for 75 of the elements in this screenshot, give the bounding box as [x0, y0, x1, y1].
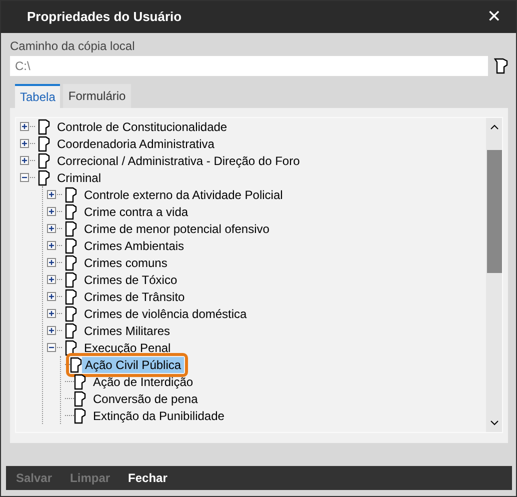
document-icon — [74, 390, 86, 406]
expander[interactable] — [47, 326, 56, 335]
close-button[interactable]: ✕ — [472, 1, 516, 33]
field-label: Caminho da cópia local — [10, 38, 136, 55]
tree-item[interactable]: Crimes de Tóxico — [81, 272, 180, 288]
document-icon — [38, 136, 50, 152]
tree-item[interactable]: Criminal — [54, 170, 104, 186]
document-icon — [70, 356, 82, 372]
tree-item[interactable]: Ação de Interdição — [90, 374, 196, 390]
expander[interactable] — [47, 224, 56, 233]
plus-icon — [48, 259, 55, 266]
document-icon — [65, 288, 77, 304]
plus-icon — [21, 140, 28, 147]
expander[interactable] — [47, 241, 56, 250]
tree-item[interactable]: Crimes comuns — [81, 254, 170, 270]
expander[interactable] — [20, 156, 29, 165]
expander[interactable] — [20, 173, 29, 182]
plus-icon — [48, 293, 55, 300]
expander[interactable] — [47, 309, 56, 318]
tree-item[interactable]: Ação Civil Pública — [82, 356, 184, 372]
scrollbar[interactable] — [486, 118, 502, 432]
footer-button[interactable]: Fechar — [128, 469, 168, 487]
scroll-up-icon[interactable] — [490, 124, 498, 130]
tree-item[interactable]: Crimes Ambientais — [81, 238, 188, 254]
tree-item[interactable]: Crimes de violência doméstica — [81, 306, 250, 322]
tree-item[interactable]: Crime de menor potencial ofensivo — [81, 220, 272, 236]
plus-icon — [48, 327, 55, 334]
expander[interactable] — [47, 258, 56, 267]
tree-item[interactable]: Crime contra a vida — [81, 204, 192, 220]
path-field[interactable]: C:\ — [10, 56, 488, 76]
plus-icon — [48, 225, 55, 232]
document-icon — [74, 408, 86, 424]
plus-icon — [21, 157, 28, 164]
document-icon — [65, 238, 77, 254]
document-icon — [65, 254, 77, 270]
plus-icon — [48, 242, 55, 249]
expander[interactable] — [20, 139, 29, 148]
document-icon[interactable] — [494, 58, 508, 74]
plus-icon — [21, 123, 28, 130]
tree-item[interactable]: Coordenadoria Administrativa — [54, 136, 218, 152]
minus-icon — [48, 344, 55, 351]
document-icon — [65, 340, 77, 356]
expander[interactable] — [47, 207, 56, 216]
tree-item[interactable]: Execução Penal — [81, 340, 174, 356]
expander[interactable] — [47, 292, 56, 301]
tree-item[interactable]: Controle externo da Atividade Policial — [81, 186, 286, 202]
document-icon — [38, 170, 50, 186]
document-icon — [74, 374, 86, 390]
tree-item[interactable]: Conversão de pena — [90, 390, 201, 406]
tree-item[interactable]: Crimes de Trânsito — [81, 288, 188, 304]
document-icon — [65, 272, 77, 288]
plus-icon — [48, 208, 55, 215]
scrollbar-thumb[interactable] — [486, 150, 502, 273]
plus-icon — [48, 276, 55, 283]
expander[interactable] — [47, 275, 56, 284]
plus-icon — [48, 310, 55, 317]
document-icon — [65, 322, 77, 338]
expander[interactable] — [47, 343, 56, 352]
tree-item[interactable]: Controle de Constitucionalidade — [54, 118, 230, 134]
document-icon — [38, 152, 50, 168]
document-icon — [65, 186, 77, 202]
tree-item[interactable]: Correcional / Administrativa - Direção do Foro — [54, 152, 303, 168]
document-icon — [65, 220, 77, 236]
tree-item[interactable]: Extinção da Punibilidade — [90, 408, 228, 424]
expander[interactable] — [20, 122, 29, 131]
scroll-down-icon[interactable] — [490, 420, 498, 426]
expander[interactable] — [47, 190, 56, 199]
document-icon — [65, 306, 77, 322]
tab[interactable]: Formulário — [63, 84, 131, 108]
window-title: Propriedades do Usuário — [27, 8, 183, 26]
tab[interactable]: Tabela — [15, 84, 60, 108]
minus-icon — [21, 174, 28, 181]
tree-item[interactable]: Crimes Militares — [81, 322, 174, 338]
plus-icon — [48, 191, 55, 198]
document-icon — [65, 204, 77, 220]
